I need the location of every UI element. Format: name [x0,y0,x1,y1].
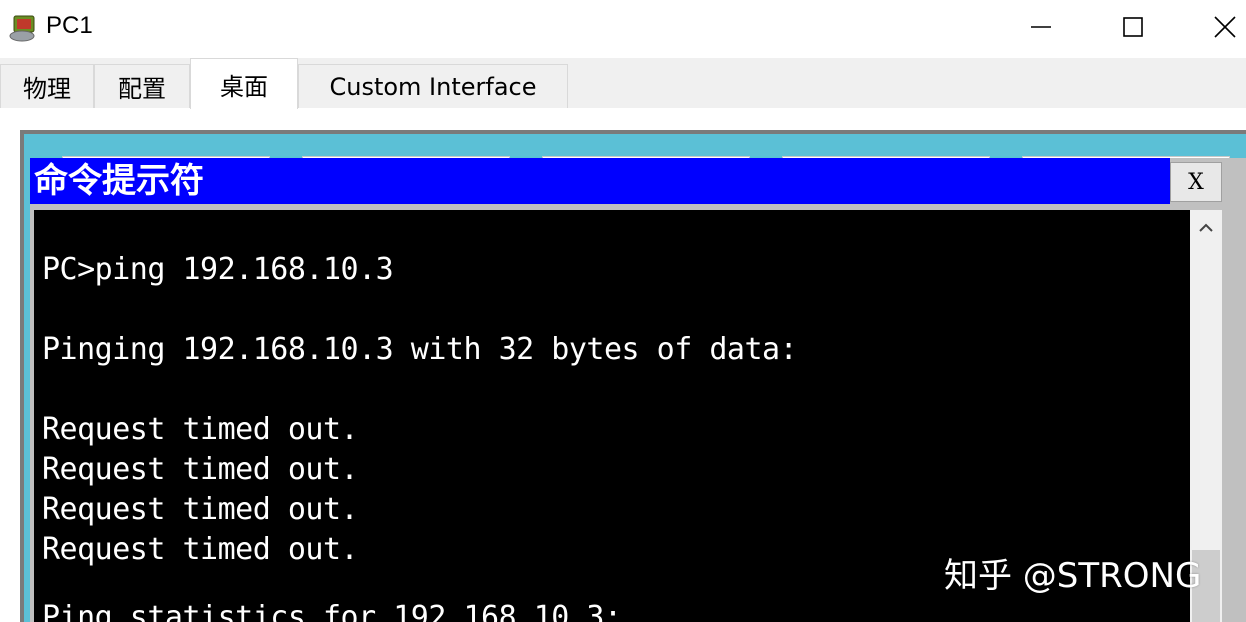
tab-bar: 物理 配置 桌面 Custom Interface [0,58,1246,109]
console-line: Request timed out. [42,412,359,447]
window-titlebar: PC1 [0,0,1246,58]
console-line: Request timed out. [42,532,359,567]
window-title: PC1 [46,12,93,39]
chevron-up-icon[interactable] [1190,210,1222,246]
console-line: PC>ping 192.168.10.3 [42,252,394,287]
tab-desktop[interactable]: 桌面 [190,58,298,109]
minimize-icon[interactable] [1018,4,1064,50]
command-prompt-title: 命令提示符 [30,158,1170,204]
console-line: Request timed out. [42,492,359,527]
close-icon[interactable] [1202,4,1246,50]
tab-custom-interface[interactable]: Custom Interface [298,64,568,108]
tab-config[interactable]: 配置 [94,64,190,108]
console-line: Ping statistics for 192.168.10.3: [42,600,622,622]
pc-app-icon [8,12,42,44]
watermark: 知乎 @STRONG [944,556,1202,596]
command-prompt-close-button[interactable]: X [1170,162,1222,202]
console-line: Request timed out. [42,452,359,487]
tab-physical[interactable]: 物理 [0,64,94,108]
maximize-icon[interactable] [1110,4,1156,50]
console-line: Pinging 192.168.10.3 with 32 bytes of da… [42,332,798,367]
